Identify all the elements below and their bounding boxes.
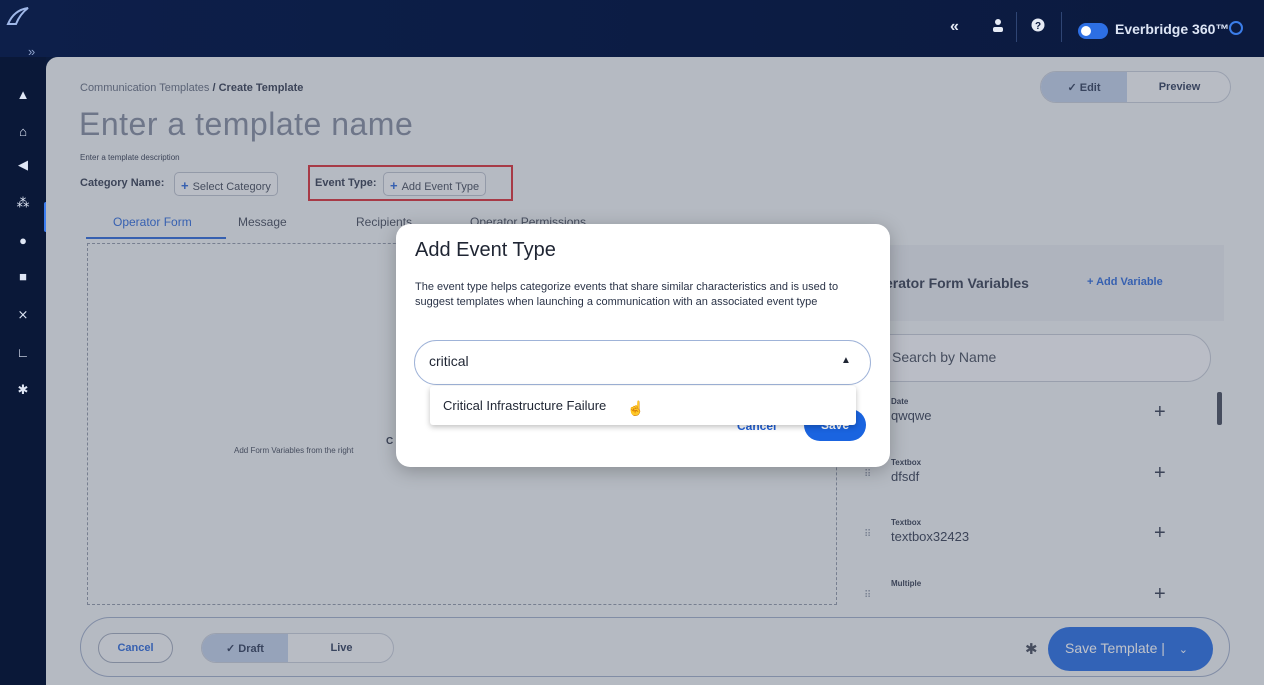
help-icon[interactable]: ? — [1031, 18, 1045, 37]
option-critical-infrastructure-failure[interactable]: Critical Infrastructure Failure — [443, 398, 606, 413]
dialog-title: Add Event Type — [415, 239, 556, 261]
people-icon[interactable]: ⁂ — [14, 195, 32, 211]
collapse-icon[interactable]: « — [950, 18, 959, 36]
theme-toggle[interactable] — [1078, 23, 1108, 39]
everbridge-logo-icon[interactable] — [6, 6, 30, 28]
user-icon[interactable] — [992, 18, 1004, 37]
integrations-icon[interactable]: ⨯ — [14, 307, 32, 323]
event-type-combobox[interactable]: ▲ — [414, 340, 871, 385]
sidebar: ▲ ⌂ ◀ ⁂ ● ■ ⨯ ∟ ✱ — [0, 57, 48, 685]
top-bar: » « ? Everbridge 360™ — [0, 0, 1264, 59]
svg-text:?: ? — [1035, 21, 1041, 32]
divider — [1016, 12, 1017, 42]
settings-icon[interactable]: ✱ — [14, 382, 32, 398]
add-event-type-dialog: Add Event Type The event type helps cate… — [396, 224, 890, 467]
brand-name[interactable]: Everbridge 360™ — [1115, 21, 1229, 37]
location-icon[interactable]: ● — [14, 233, 32, 248]
notifications-icon[interactable]: ◀ — [14, 157, 32, 173]
incidents-icon[interactable]: ⌂ — [14, 124, 32, 139]
divider — [1061, 12, 1062, 42]
dialog-description: The event type helps categorize events t… — [415, 281, 839, 308]
pointer-hand-icon: ☝ — [627, 400, 645, 416]
chevron-down-icon[interactable] — [1229, 21, 1243, 35]
event-type-input[interactable] — [429, 353, 809, 369]
analytics-icon[interactable]: ∟ — [14, 345, 32, 360]
calendar-icon[interactable]: ■ — [14, 269, 32, 284]
home-icon[interactable]: ▲ — [14, 87, 32, 102]
caret-up-icon[interactable]: ▲ — [841, 355, 851, 366]
